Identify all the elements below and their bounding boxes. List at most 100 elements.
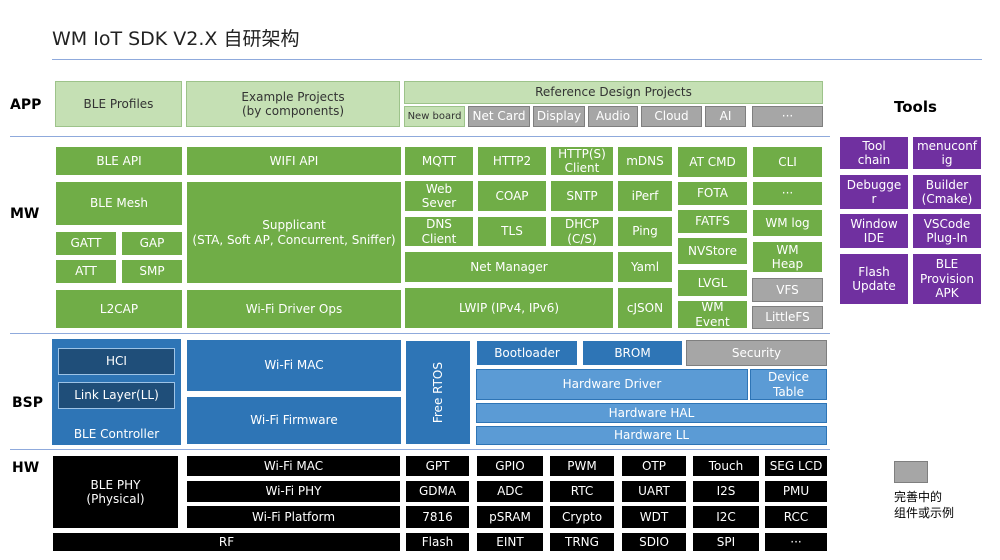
hw-rcc: RCC [764, 505, 828, 529]
mw-ble-mesh: BLE Mesh [55, 181, 183, 226]
hw-pmu: PMU [764, 480, 828, 503]
bsp-hardware-ll: Hardware LL [476, 426, 827, 445]
separator-app-mw [10, 136, 830, 137]
mw-l2cap: L2CAP [55, 289, 183, 329]
app-reference-design: Reference Design Projects [404, 81, 823, 104]
mw-ping: Ping [617, 216, 673, 247]
mw-more: ··· [752, 181, 823, 206]
mw-att: ATT [55, 259, 117, 284]
title-underline [52, 59, 982, 60]
hw-sdio: SDIO [621, 532, 687, 552]
mw-vfs: VFS [752, 278, 823, 302]
layer-label-hw: HW [12, 460, 40, 476]
mw-fota: FOTA [677, 181, 748, 206]
hw-gpio: GPIO [476, 455, 544, 477]
bsp-ble-controller-label: BLE Controller [73, 426, 160, 441]
separator-bsp-hw [10, 449, 830, 450]
mw-wm-heap: WM Heap [752, 241, 823, 273]
app-ref-audio: Audio [588, 106, 638, 127]
mw-gatt: GATT [55, 231, 117, 256]
mw-gap: GAP [121, 231, 183, 256]
hw-seg-lcd: SEG LCD [764, 455, 828, 477]
hw-i2s: I2S [692, 480, 760, 503]
hw-flash: Flash [405, 532, 470, 552]
mw-web-server: Web Sever [404, 180, 474, 212]
mw-wm-log: WM log [752, 209, 823, 237]
hw-pwm: PWM [549, 455, 615, 477]
mw-wifi-api: WIFI API [186, 146, 402, 176]
hw-otp: OTP [621, 455, 687, 477]
bsp-brom: BROM [582, 340, 683, 366]
mw-coap: COAP [477, 180, 547, 212]
bsp-link-layer: Link Layer(LL) [58, 382, 175, 409]
hw-wifi-phy: Wi-Fi PHY [186, 480, 401, 503]
bsp-wifi-firmware: Wi-Fi Firmware [186, 396, 402, 445]
bsp-hci: HCI [58, 348, 175, 375]
mw-mqtt: MQTT [404, 146, 474, 176]
mw-dns-client: DNS Client [404, 216, 474, 247]
page-title: WM IoT SDK V2.X 自研架构 [52, 28, 300, 50]
app-ble-profiles: BLE Profiles [55, 81, 182, 127]
tool-ble-provision-apk: BLE Provision APK [912, 253, 982, 305]
layer-label-app: APP [10, 97, 42, 113]
hw-wifi-mac: Wi-Fi MAC [186, 455, 401, 477]
legend-wip-text: 完善中的 组件或示例 [894, 490, 955, 520]
hw-eint: EINT [476, 532, 544, 552]
mw-sntp: SNTP [550, 180, 614, 212]
hw-rf: RF [52, 532, 401, 552]
bsp-bootloader: Bootloader [476, 340, 578, 366]
app-ref-net-card: Net Card [468, 106, 530, 127]
separator-mw-bsp [10, 333, 830, 334]
hw-gpt: GPT [405, 455, 470, 477]
mw-smp: SMP [121, 259, 183, 284]
hw-more: ··· [764, 532, 828, 552]
mw-cjson: cJSON [617, 287, 673, 329]
bsp-security: Security [686, 340, 827, 366]
hw-rtc: RTC [549, 480, 615, 503]
tool-debugger: Debugge r [839, 174, 909, 210]
mw-at-cmd: AT CMD [677, 146, 748, 178]
app-example-projects: Example Projects (by components) [186, 81, 400, 127]
hw-trng: TRNG [549, 532, 615, 552]
tools-title: Tools [894, 98, 937, 116]
mw-iperf: iPerf [617, 180, 673, 212]
app-ref-cloud: Cloud [641, 106, 702, 127]
layer-label-bsp: BSP [12, 395, 44, 411]
tool-menuconfig: menuconf ig [912, 136, 982, 170]
bsp-free-rtos: Free RTOS [405, 340, 471, 445]
hw-touch: Touch [692, 455, 760, 477]
hw-ble-phy: BLE PHY (Physical) [52, 455, 179, 529]
tool-toolchain: Tool chain [839, 136, 909, 170]
hw-wifi-platform: Wi-Fi Platform [186, 505, 401, 529]
app-ref-ai: AI [705, 106, 746, 127]
hw-gdma: GDMA [405, 480, 470, 503]
mw-lvgl: LVGL [677, 269, 748, 297]
mw-mdns: mDNS [617, 146, 673, 176]
app-ref-more: ··· [752, 106, 823, 127]
legend-wip-swatch [894, 461, 928, 483]
mw-yaml: Yaml [617, 251, 673, 283]
hw-uart: UART [621, 480, 687, 503]
hw-crypto: Crypto [549, 505, 615, 529]
mw-lwip: LWIP (IPv4, IPv6) [404, 287, 614, 329]
tool-vscode-plugin: VSCode Plug-In [912, 213, 982, 249]
mw-http2: HTTP2 [477, 146, 547, 176]
bsp-device-table: Device Table [750, 369, 827, 400]
hw-wdt: WDT [621, 505, 687, 529]
mw-ble-api: BLE API [55, 146, 183, 176]
mw-littlefs: LittleFS [752, 306, 823, 329]
tool-builder: Builder (Cmake) [912, 174, 982, 210]
hw-spi: SPI [692, 532, 760, 552]
hw-i2c: I2C [692, 505, 760, 529]
mw-wm-event: WM Event [677, 300, 748, 329]
mw-nvstore: NVStore [677, 237, 748, 265]
mw-dhcp: DHCP (C/S) [550, 216, 614, 247]
hw-7816: 7816 [405, 505, 470, 529]
hw-psram: pSRAM [476, 505, 544, 529]
bsp-hardware-hal: Hardware HAL [476, 403, 827, 423]
mw-net-manager: Net Manager [404, 251, 614, 283]
hw-adc: ADC [476, 480, 544, 503]
app-ref-new-board: New board [404, 106, 465, 127]
layer-label-mw: MW [10, 206, 40, 222]
bsp-wifi-mac: Wi-Fi MAC [186, 339, 402, 392]
